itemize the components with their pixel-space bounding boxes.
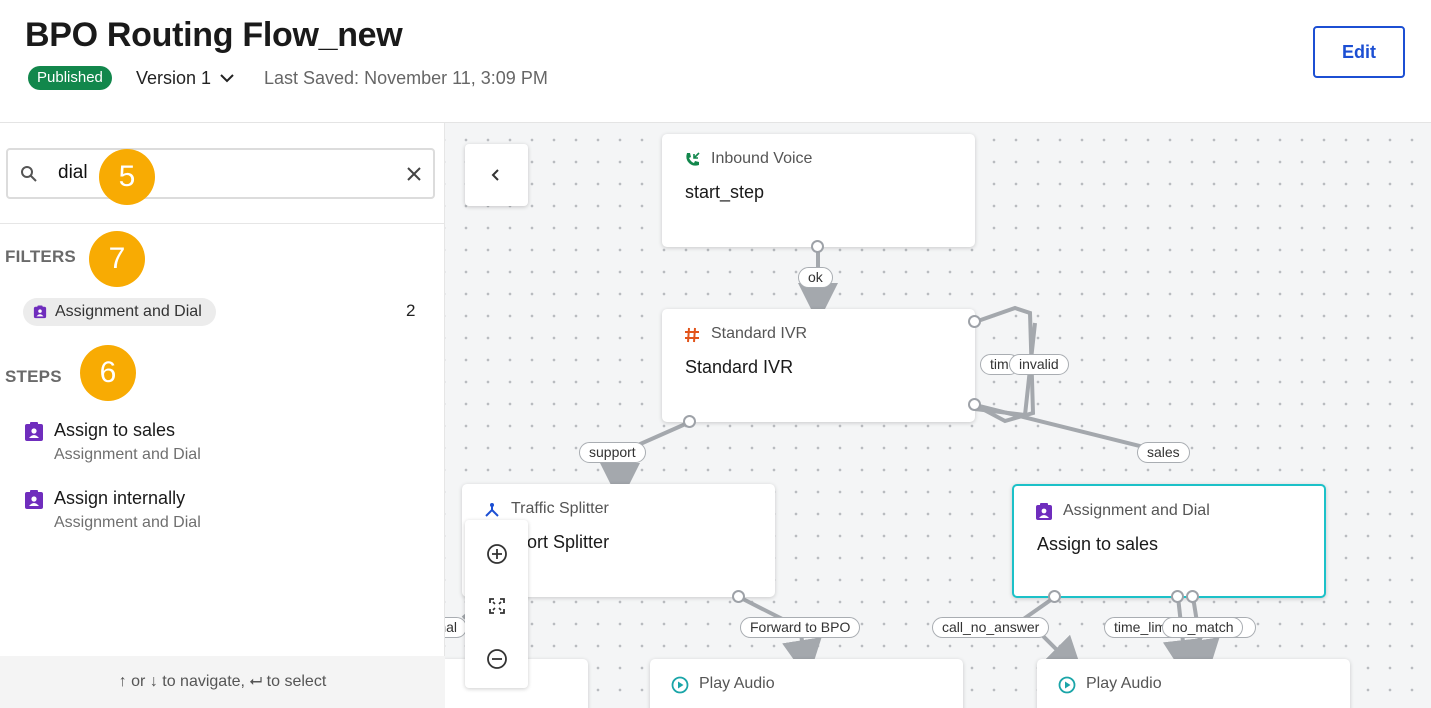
- chevron-left-icon: [491, 169, 499, 181]
- collapse-panel-button[interactable]: [465, 144, 528, 206]
- steps-heading: STEPS: [5, 367, 62, 386]
- edge-label-ok[interactable]: ok: [798, 267, 833, 288]
- play-circle-icon: [671, 676, 689, 694]
- version-dropdown[interactable]: Version 1: [136, 66, 235, 90]
- node-output-port[interactable]: [968, 315, 981, 328]
- node-output-port[interactable]: [811, 240, 824, 253]
- flow-canvas[interactable]: Inbound Voice start_step Standard IVR St…: [445, 123, 1431, 708]
- flow-node-inbound-voice[interactable]: Inbound Voice start_step: [662, 134, 975, 247]
- step-name: Assign internally: [54, 488, 186, 508]
- search-value: dial: [58, 162, 88, 183]
- node-name: Standard IVR: [685, 357, 794, 377]
- node-type-label: Assignment and Dial: [1063, 502, 1210, 519]
- filter-chip-assignment-and-dial[interactable]: Assignment and Dial: [23, 298, 216, 326]
- play-circle-icon: [1058, 676, 1076, 694]
- node-output-port[interactable]: [1048, 590, 1061, 603]
- search-icon: [21, 166, 37, 182]
- node-type-label: Traffic Splitter: [511, 500, 609, 517]
- assignment-icon: [25, 422, 43, 441]
- divider: [0, 223, 445, 224]
- assignment-icon: [33, 305, 47, 319]
- assignment-icon: [25, 490, 43, 509]
- fit-screen-button[interactable]: [465, 581, 528, 631]
- edge-label-forward-to-bpo[interactable]: Forward to BPO: [740, 617, 861, 638]
- step-result-assign-internally[interactable]: Assign internally Assignment and Dial: [24, 488, 424, 542]
- zoom-in-icon: [487, 544, 507, 564]
- node-name: start_step: [685, 182, 765, 202]
- node-output-port[interactable]: [1171, 590, 1184, 603]
- step-type: Assignment and Dial: [54, 446, 201, 463]
- node-output-port[interactable]: [732, 590, 745, 603]
- node-output-port[interactable]: [968, 398, 981, 411]
- step-search-panel: dial 5 FILTERS 7 Assignment and Dial 2 S…: [0, 123, 445, 708]
- node-type-label: Inbound Voice: [711, 150, 813, 167]
- search-input[interactable]: dial: [6, 148, 435, 199]
- filter-chip-label: Assignment and Dial: [55, 303, 202, 320]
- flow-node-assignment-and-dial[interactable]: Assignment and Dial Assign to sales: [1012, 484, 1326, 598]
- flow-node-standard-ivr[interactable]: Standard IVR Standard IVR: [662, 309, 975, 422]
- edge-label-no-match[interactable]: no_match: [1162, 617, 1244, 638]
- hash-icon: [685, 327, 699, 343]
- edge-label-sales[interactable]: sales: [1137, 442, 1190, 463]
- callout-badge-7: 7: [89, 231, 145, 287]
- callout-badge-5: 5: [99, 149, 155, 205]
- step-name: Assign to sales: [54, 420, 176, 440]
- zoom-controls: [465, 520, 528, 688]
- chevron-down-icon: [220, 74, 234, 83]
- zoom-in-button[interactable]: [465, 529, 528, 579]
- step-result-assign-to-sales[interactable]: Assign to sales Assignment and Dial: [24, 420, 424, 474]
- fit-screen-icon: [489, 598, 505, 614]
- filter-count: 2: [406, 301, 416, 320]
- close-icon[interactable]: [404, 164, 424, 184]
- edge-label-call-no-answer[interactable]: call_no_answer: [932, 617, 1050, 638]
- node-output-port[interactable]: [683, 415, 696, 428]
- status-badge: Published: [28, 66, 112, 90]
- keyboard-hint: ↑ or ↓ to navigate, ⮠ to select: [0, 656, 445, 708]
- node-type-label: Play Audio: [699, 675, 775, 692]
- split-icon: [485, 503, 499, 517]
- zoom-out-button[interactable]: [465, 634, 528, 684]
- callout-badge-6: 6: [80, 345, 136, 401]
- edge-label-support[interactable]: support: [579, 442, 646, 463]
- phone-incoming-icon: [686, 152, 700, 166]
- flow-node-play-audio[interactable]: Play Audio: [650, 659, 963, 708]
- node-name: Assign to sales: [1037, 534, 1159, 554]
- assignment-icon: [1036, 503, 1052, 520]
- flow-node-play-audio[interactable]: Play Audio: [1037, 659, 1350, 708]
- node-output-port[interactable]: [1186, 590, 1199, 603]
- version-label: Version 1: [136, 68, 212, 88]
- edge-label-internal[interactable]: internal: [445, 617, 467, 638]
- node-type-label: Standard IVR: [711, 325, 808, 342]
- last-saved-text: Last Saved: November 11, 3:09 PM: [264, 68, 548, 88]
- edge-label-invalid[interactable]: invalid: [1009, 354, 1069, 375]
- edit-button[interactable]: Edit: [1313, 26, 1405, 78]
- zoom-out-icon: [487, 649, 507, 669]
- filters-heading: FILTERS: [5, 247, 76, 266]
- page-title: BPO Routing Flow_new: [25, 16, 403, 54]
- page-header: BPO Routing Flow_new Published Version 1…: [0, 0, 1431, 123]
- step-type: Assignment and Dial: [54, 514, 201, 531]
- node-type-label: Play Audio: [1086, 675, 1162, 692]
